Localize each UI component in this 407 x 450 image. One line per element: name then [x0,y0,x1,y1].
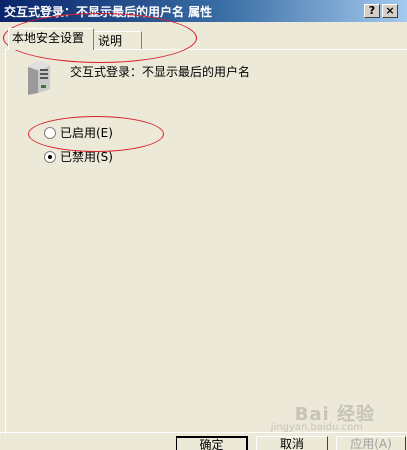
radio-selected-dot [48,154,52,159]
close-button[interactable]: × [382,4,398,18]
button-area-divider [0,432,407,433]
policy-name: 交互式登录：不显示最后的用户名 [70,65,251,79]
tab-panel [5,49,407,435]
annotation-ellipse-enabled [28,116,164,152]
help-button[interactable]: ? [364,4,380,18]
tab-local-security-setting[interactable]: 本地安全设置 [8,28,94,50]
server-icon [28,61,50,95]
disabled-radio[interactable] [44,150,56,163]
